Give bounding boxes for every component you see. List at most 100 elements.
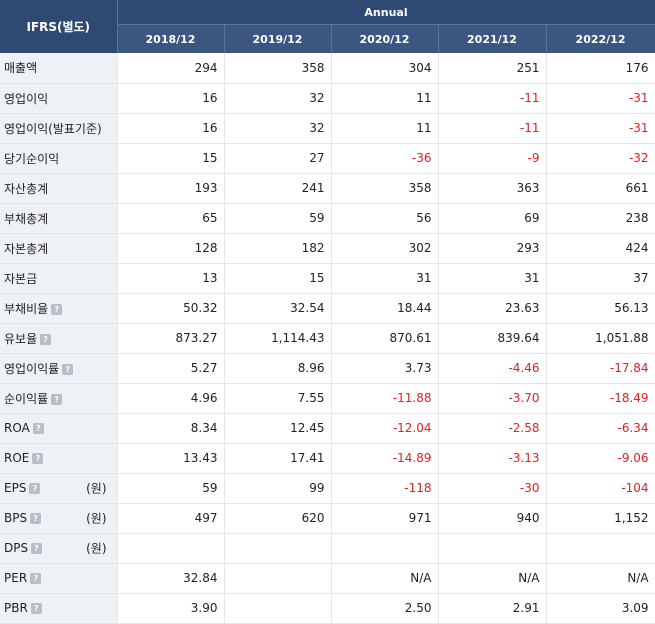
value-cell: -36	[331, 143, 439, 174]
value-cell: 12.45	[224, 413, 332, 444]
value-cell: 5.27	[117, 353, 225, 384]
row-label: 자산총계	[4, 181, 49, 196]
help-icon[interactable]: ?	[32, 453, 44, 464]
table-row: ROA? 8.34 12.45 -12.04 -2.58 -6.34	[0, 413, 655, 444]
value-cell: 13.43	[117, 443, 225, 474]
year-column-header: 2018/12	[117, 24, 225, 53]
value-cell: 251	[438, 53, 547, 84]
value-cell: 940	[438, 503, 547, 534]
row-label-cell: DPS? (원)	[0, 533, 118, 564]
value-cell: 17.41	[224, 443, 332, 474]
value-cell: -11.88	[331, 383, 439, 414]
table-row: EPS? (원) 59 99 -118 -30 -104	[0, 473, 655, 504]
value-cell: 16	[117, 83, 225, 114]
row-label: 당기순이익	[4, 151, 60, 166]
value-cell: 358	[331, 173, 439, 204]
row-label-cell: 순이익률?	[0, 383, 118, 414]
value-cell: -3.70	[438, 383, 547, 414]
value-cell: 13	[117, 263, 225, 294]
table-row: 영업이익(발표기준) 16 32 11 -11 -31	[0, 113, 655, 144]
value-cell	[546, 533, 655, 564]
value-cell: N/A	[331, 563, 439, 594]
help-icon[interactable]: ?	[62, 363, 74, 375]
row-label-cell: 매출액	[0, 53, 118, 84]
value-cell: 661	[546, 173, 655, 204]
help-icon[interactable]: ?	[40, 333, 52, 345]
value-cell: 193	[117, 173, 225, 204]
row-label-cell: 자본총계	[0, 233, 118, 264]
value-cell: 1,114.43	[224, 323, 332, 354]
row-label: EPS	[4, 481, 27, 495]
value-cell: 293	[438, 233, 547, 264]
value-cell	[224, 563, 332, 594]
value-cell: 241	[224, 173, 332, 204]
table-row: 당기순이익 15 27 -36 -9 -32	[0, 143, 655, 174]
table-row: 부채비율? 50.32 32.54 18.44 23.63 56.13	[0, 293, 655, 324]
value-cell: 128	[117, 233, 225, 264]
row-label: 영업이익	[4, 91, 49, 106]
value-cell: -9	[438, 143, 547, 174]
table-header: IFRS(별도) Annual 2018/12 2019/12 2020/12 …	[0, 0, 655, 53]
value-cell: 59	[224, 203, 332, 234]
unit-label: (원)	[86, 541, 107, 556]
row-label: 매출액	[4, 61, 38, 76]
value-cell: -32	[546, 143, 655, 174]
table-row: 영업이익 16 32 11 -11 -31	[0, 83, 655, 114]
value-cell: 3.90	[117, 593, 225, 624]
value-cell: 32	[224, 113, 332, 144]
value-cell: 1,152	[546, 503, 655, 534]
row-label: 유보율	[4, 331, 38, 346]
value-cell: 3.73	[331, 353, 439, 384]
help-icon[interactable]: ?	[29, 483, 41, 494]
help-icon[interactable]: ?	[51, 393, 63, 405]
value-cell: N/A	[438, 563, 547, 594]
value-cell: -18.49	[546, 383, 655, 414]
table-row: 부채총계 65 59 56 69 238	[0, 203, 655, 234]
row-label: ROA	[4, 421, 30, 435]
year-column-header: 2020/12	[331, 24, 439, 53]
table-row: 영업이익률? 5.27 8.96 3.73 -4.46 -17.84	[0, 353, 655, 384]
help-icon[interactable]: ?	[30, 573, 42, 584]
help-icon[interactable]: ?	[30, 603, 42, 614]
row-label-cell: PER?	[0, 563, 118, 594]
year-column-header: 2019/12	[224, 24, 332, 53]
period-group-header[interactable]: Annual	[117, 0, 655, 25]
row-label: 영업이익(발표기준)	[4, 121, 102, 136]
value-cell: -30	[438, 473, 547, 504]
help-icon[interactable]: ?	[32, 423, 44, 434]
help-icon[interactable]: ?	[30, 513, 42, 524]
value-cell: 32.84	[117, 563, 225, 594]
table-row: PBR? 3.90 2.50 2.91 3.09	[0, 593, 655, 624]
value-cell: 31	[438, 263, 547, 294]
row-label-cell: 당기순이익	[0, 143, 118, 174]
help-icon[interactable]: ?	[31, 543, 43, 554]
table-row: 자산총계 193 241 358 363 661	[0, 173, 655, 204]
value-cell: 31	[331, 263, 439, 294]
table-row: BPS? (원) 497 620 971 940 1,152	[0, 503, 655, 534]
value-cell: 56.13	[546, 293, 655, 324]
value-cell: -3.13	[438, 443, 547, 474]
value-cell: 18.44	[331, 293, 439, 324]
value-cell: 11	[331, 83, 439, 114]
table-row: 자본총계 128 182 302 293 424	[0, 233, 655, 264]
value-cell: 8.34	[117, 413, 225, 444]
value-cell: 56	[331, 203, 439, 234]
row-label-cell: 영업이익	[0, 83, 118, 114]
value-cell: -12.04	[331, 413, 439, 444]
help-icon[interactable]: ?	[51, 303, 63, 315]
value-cell: -31	[546, 83, 655, 114]
value-cell: 32.54	[224, 293, 332, 324]
table-row: DPS? (원)	[0, 533, 655, 564]
year-column-header: 2021/12	[438, 24, 547, 53]
row-label-cell: PBR?	[0, 593, 118, 624]
value-cell: N/A	[546, 563, 655, 594]
table-row: 매출액 294 358 304 251 176	[0, 53, 655, 84]
value-cell: -11	[438, 113, 547, 144]
value-cell: 65	[117, 203, 225, 234]
value-cell: 3.09	[546, 593, 655, 624]
value-cell: 238	[546, 203, 655, 234]
value-cell: 59	[117, 473, 225, 504]
value-cell: 8.96	[224, 353, 332, 384]
value-cell: 2.91	[438, 593, 547, 624]
row-label: BPS	[4, 511, 28, 525]
